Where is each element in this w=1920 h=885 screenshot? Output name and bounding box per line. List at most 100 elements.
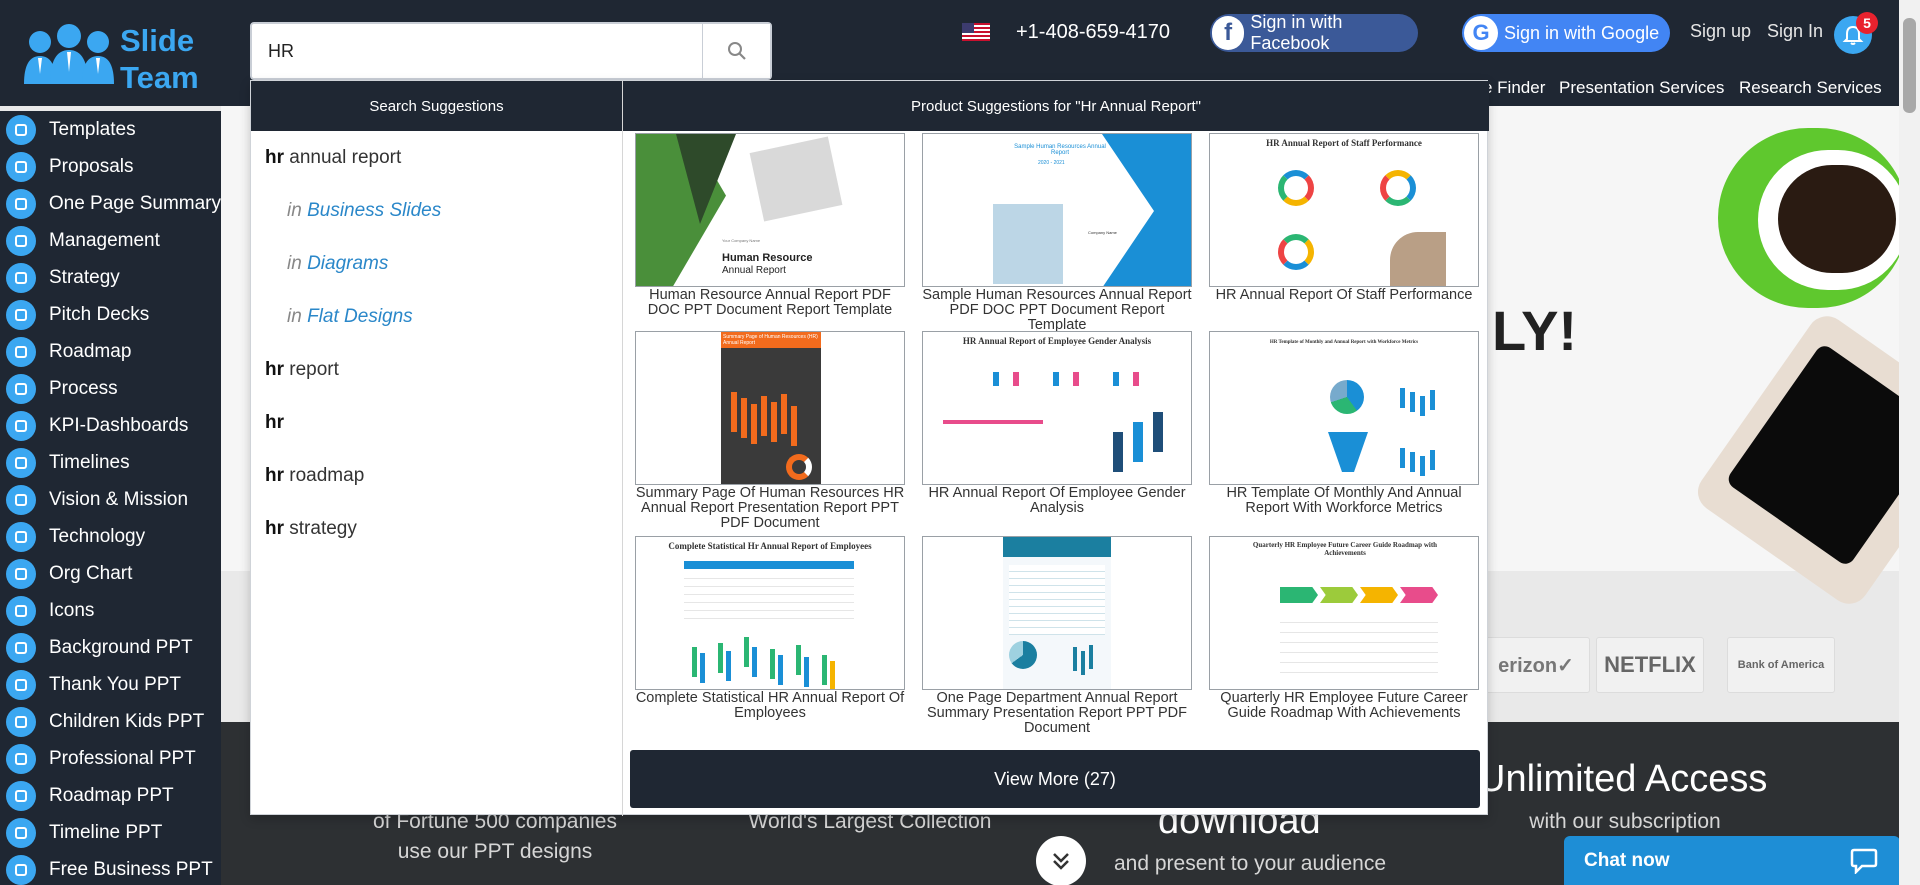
suggestion-hr-roadmap[interactable]: hr roadmap: [265, 465, 364, 487]
sidebar-item-label: KPI-Dashboards: [49, 414, 189, 436]
product-thumbnail: [922, 536, 1192, 690]
chat-now-label: Chat now: [1584, 849, 1670, 871]
sidebar-item-label: One Page Summary: [48, 192, 221, 214]
view-more-button[interactable]: View More (27): [630, 750, 1480, 808]
stat-fortune-line2: use our PPT designs: [397, 840, 593, 863]
product-thumbnail: Sample Human Resources Annual Report 202…: [922, 133, 1192, 287]
sidebar-item-roadmap-ppt[interactable]: Roadmap PPT: [0, 777, 221, 814]
suggestion-match: hr: [265, 518, 284, 539]
search-button[interactable]: [702, 24, 770, 78]
product-thumbnail: Human Resource Annual Report Your Compan…: [635, 133, 905, 287]
kpi-dashboards-icon: [6, 410, 36, 441]
sidebar-item-children-kids-ppt[interactable]: Children Kids PPT: [0, 703, 221, 740]
sign-in-facebook-button[interactable]: f Sign in with Facebook: [1210, 12, 1418, 53]
phone-number[interactable]: +1-408-659-4170: [1016, 21, 1170, 44]
product-thumbnail: HR Annual Report of Staff Performance: [1209, 133, 1479, 287]
brand-logo-netflix: NETFLIX: [1596, 637, 1704, 693]
chat-now-button[interactable]: Chat now: [1564, 836, 1900, 885]
professional-ppt-icon: [6, 743, 36, 774]
sidebar-item-timelines[interactable]: Timelines: [0, 444, 221, 481]
sidebar-item-one-page-summary[interactable]: One Page Summary: [0, 185, 221, 222]
product-caption: HR Template Of Monthly And Annual Report…: [1226, 485, 1462, 516]
sidebar-item-label: Strategy: [49, 266, 120, 288]
search-icon: [727, 42, 746, 60]
suggestion-hr[interactable]: hr: [265, 412, 284, 434]
product-caption: One Page Department Annual Report Summar…: [926, 690, 1188, 736]
product-card[interactable]: Sample Human Resources Annual Report 202…: [922, 133, 1192, 333]
product-card[interactable]: One Page Department Annual Report Summar…: [922, 536, 1192, 736]
product-thumbnail: Summary Page of Human Resources (HR) Ann…: [635, 331, 905, 485]
search-suggestions-dropdown: Search Suggestions Product Suggestions f…: [250, 80, 1489, 816]
sidebar-item-label: Background PPT: [49, 636, 193, 658]
sign-up-link[interactable]: Sign up: [1690, 21, 1751, 42]
sign-in-link[interactable]: Sign In: [1767, 21, 1823, 42]
sidebar-item-label: Templates: [49, 118, 136, 140]
sidebar-item-background-ppt[interactable]: Background PPT: [0, 629, 221, 666]
sidebar-item-label: Roadmap PPT: [49, 784, 174, 806]
sidebar-item-thank-you-ppt[interactable]: Thank You PPT: [0, 666, 221, 703]
stat-download-sub: and present to your audience: [1113, 852, 1387, 875]
product-card[interactable]: Summary Page of Human Resources (HR) Ann…: [635, 331, 905, 531]
product-card[interactable]: HR Annual Report of Staff Performance HR…: [1209, 133, 1479, 303]
suggestion-in-business-slides[interactable]: in Business Slides: [287, 200, 441, 222]
page-scrollbar[interactable]: [1899, 0, 1920, 885]
thumbnail-title: Summary Page of Human Resources (HR) Ann…: [721, 332, 821, 348]
sidebar-item-templates[interactable]: Templates: [0, 111, 221, 148]
search-input[interactable]: [252, 24, 702, 78]
sidebar-item-management[interactable]: Management: [0, 222, 221, 259]
thumbnail-subtitle: 2020 - 2021: [1038, 160, 1065, 166]
suggestion-match: hr: [265, 359, 284, 380]
thumbnail-title: HR Template of Monthly and Annual Report…: [1269, 340, 1419, 345]
product-card[interactable]: Quarterly HR Employee Future Career Guid…: [1209, 536, 1479, 721]
sidebar-item-vision-mission[interactable]: Vision & Mission: [0, 481, 221, 518]
suggestion-in-diagrams[interactable]: in Diagrams: [287, 253, 388, 275]
suggestion-hr-strategy[interactable]: hr strategy: [265, 518, 357, 540]
slideteam-logo[interactable]: Slide Team: [22, 18, 202, 95]
nav-research-services[interactable]: Research Services: [1739, 78, 1882, 98]
chevron-double-down-icon: [1053, 853, 1069, 870]
suggestion-in-flat-designs[interactable]: in Flat Designs: [287, 306, 413, 328]
sidebar-item-kpi-dashboards[interactable]: KPI-Dashboards: [0, 407, 221, 444]
scroll-down-button[interactable]: [1036, 836, 1086, 885]
sidebar-item-roadmap[interactable]: Roadmap: [0, 333, 221, 370]
sidebar-item-process[interactable]: Process: [0, 370, 221, 407]
suggestion-category: Flat Designs: [307, 306, 413, 327]
suggestion-match: hr: [265, 465, 284, 486]
sidebar-item-icons[interactable]: Icons: [0, 592, 221, 629]
suggestion-hr-report[interactable]: hr report: [265, 359, 339, 381]
sidebar-item-free-business-ppt[interactable]: Free Business PPT: [0, 851, 221, 885]
sidebar-item-label: Children Kids PPT: [49, 710, 205, 732]
stat-unlimited-heading: Unlimited Access: [1478, 758, 1768, 800]
process-icon: [6, 373, 36, 404]
sidebar-item-technology[interactable]: Technology: [0, 518, 221, 555]
product-thumbnail: Quarterly HR Employee Future Career Guid…: [1209, 536, 1479, 690]
product-caption: HR Annual Report Of Staff Performance: [1215, 287, 1473, 303]
hero-image-coffee: [1778, 165, 1896, 273]
pitch-decks-icon: [6, 299, 36, 330]
product-card[interactable]: HR Annual Report of Employee Gender Anal…: [922, 331, 1192, 516]
sidebar-item-timeline-ppt[interactable]: Timeline PPT: [0, 814, 221, 851]
product-card[interactable]: Complete Statistical Hr Annual Report of…: [635, 536, 905, 721]
search-suggestions-heading: Search Suggestions: [251, 81, 622, 131]
product-card[interactable]: Human Resource Annual Report Your Compan…: [635, 133, 905, 318]
page-scrollbar-thumb[interactable]: [1903, 18, 1916, 113]
product-caption: Human Resource Annual Report PDF DOC PPT…: [647, 287, 893, 318]
thumbnail-title: HR Annual Report of Staff Performance: [1266, 138, 1422, 148]
notification-count-badge: 5: [1856, 12, 1878, 34]
product-card[interactable]: HR Template of Monthly and Annual Report…: [1209, 331, 1479, 516]
sidebar-item-label: Org Chart: [49, 562, 133, 584]
sidebar-item-proposals[interactable]: Proposals: [0, 148, 221, 185]
gear-icon: [6, 595, 36, 626]
sign-in-google-button[interactable]: G Sign in with Google: [1462, 14, 1670, 52]
suggestion-rest: strategy: [284, 518, 357, 539]
sidebar-item-label: Thank You PPT: [49, 673, 182, 695]
sidebar-item-professional-ppt[interactable]: Professional PPT: [0, 740, 221, 777]
sidebar-item-strategy[interactable]: Strategy: [0, 259, 221, 296]
sidebar-item-org-chart[interactable]: Org Chart: [0, 555, 221, 592]
nav-finder[interactable]: e Finder: [1483, 78, 1545, 98]
nav-presentation-services[interactable]: Presentation Services: [1559, 78, 1724, 98]
product-thumbnail: Complete Statistical Hr Annual Report of…: [635, 536, 905, 690]
sidebar-item-pitch-decks[interactable]: Pitch Decks: [0, 296, 221, 333]
suggestion-hr-annual-report[interactable]: hr annual report: [265, 147, 401, 169]
flag-us-icon[interactable]: [962, 23, 990, 41]
